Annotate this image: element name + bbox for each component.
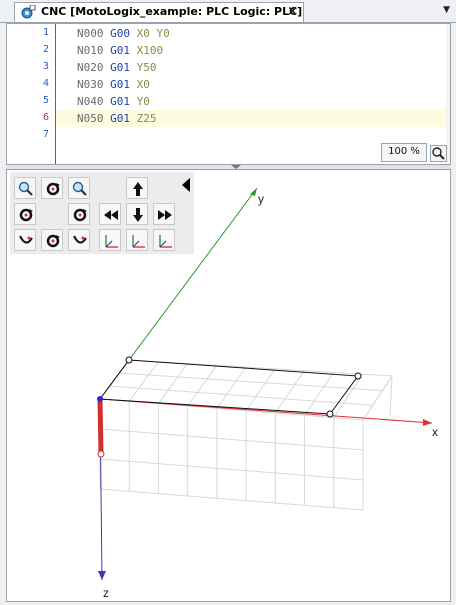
- point-x100-y50: [354, 372, 362, 380]
- pan-down-icon: [133, 208, 143, 222]
- rotate-right-icon: [73, 208, 87, 222]
- tool-z-move: [97, 398, 104, 455]
- toolpath: [99, 359, 359, 415]
- line-number: 5: [42, 95, 49, 106]
- rotate-button[interactable]: [41, 177, 63, 199]
- view-yz-button[interactable]: [153, 229, 175, 251]
- tab-menu-dropdown-icon[interactable]: ▼: [443, 5, 450, 15]
- close-icon[interactable]: ×: [287, 3, 298, 21]
- view-xz-icon: [132, 235, 145, 248]
- vertical-scrollbar[interactable]: [446, 24, 450, 164]
- zoom-in-button[interactable]: [14, 177, 36, 199]
- line-number: 1: [42, 27, 49, 38]
- point-origin: [97, 396, 103, 402]
- z-axis-arrow: [98, 571, 106, 580]
- rotate-icon: [46, 182, 60, 196]
- collapse-toolbar-icon[interactable]: [182, 178, 190, 192]
- line-number: 2: [42, 44, 49, 55]
- code-line[interactable]: N040 G01 Y0: [77, 93, 150, 110]
- pan-up-icon: [133, 182, 143, 196]
- tilt-right-icon: [73, 235, 87, 244]
- y-axis-label: y: [258, 192, 264, 206]
- code-line[interactable]: N050 G01 Z25: [77, 110, 157, 127]
- pan-right-button[interactable]: [153, 203, 175, 225]
- code-line[interactable]: N000 G00 X0 Y0: [77, 25, 170, 42]
- grid-plane: [99, 359, 393, 511]
- code-line[interactable]: N020 G01 Y50: [77, 59, 157, 76]
- point-x100: [326, 410, 334, 418]
- tilt-left-button[interactable]: [14, 229, 36, 251]
- tilt-down-icon: [46, 234, 60, 248]
- pan-up-button[interactable]: [126, 177, 148, 199]
- pan-down-button[interactable]: [126, 203, 148, 225]
- pan-right-icon: [158, 210, 172, 220]
- x-axis-arrow: [423, 419, 432, 426]
- line-number: 6: [42, 112, 49, 123]
- rotate-left-button[interactable]: [14, 203, 36, 225]
- rotate-left-icon: [19, 208, 33, 222]
- z-axis-label: z: [103, 586, 109, 600]
- cnc-editor-window: CNC [MotoLogix_example: PLC Logic: PLC] …: [0, 0, 456, 605]
- line-number-gutter: 1 2 3 4 5 6 7: [7, 24, 56, 164]
- tilt-right-button[interactable]: [68, 229, 90, 251]
- tab-cnc[interactable]: CNC [MotoLogix_example: PLC Logic: PLC] …: [14, 2, 304, 22]
- tab-title: CNC [MotoLogix_example: PLC Logic: PLC]: [41, 5, 303, 18]
- line-number: 3: [42, 61, 49, 72]
- tilt-down-button[interactable]: [41, 229, 63, 251]
- tilt-left-icon: [19, 235, 33, 244]
- line-number: 7: [42, 129, 49, 140]
- y-axis-arrow: [250, 188, 257, 196]
- point-y50: [125, 356, 133, 364]
- view-xz-button[interactable]: [126, 229, 148, 251]
- zoom-out-button[interactable]: [68, 177, 90, 199]
- pan-left-button[interactable]: [99, 203, 121, 225]
- tab-strip: CNC [MotoLogix_example: PLC Logic: PLC] …: [0, 0, 456, 23]
- view-yz-icon: [159, 235, 172, 248]
- rotate-right-button[interactable]: [68, 203, 90, 225]
- zoom-level[interactable]: 100 %: [381, 143, 427, 162]
- pan-left-icon: [104, 210, 118, 220]
- view-xy-icon: [105, 235, 118, 248]
- zoom-in-icon: [18, 181, 33, 196]
- code-line[interactable]: N010 G01 X100: [77, 42, 163, 59]
- magnifier-icon: [432, 147, 445, 160]
- zoom-button[interactable]: [430, 145, 447, 162]
- view-xy-button[interactable]: [99, 229, 121, 251]
- point-z25: [97, 450, 105, 458]
- code-line[interactable]: N030 G01 X0: [77, 76, 150, 93]
- cnc-program-icon: [21, 5, 36, 19]
- x-axis-label: x: [432, 425, 438, 439]
- line-number: 4: [42, 78, 49, 89]
- toolpath-3d-view[interactable]: y x z: [6, 169, 451, 602]
- zoom-out-icon: [72, 181, 87, 196]
- code-editor[interactable]: 1 2 3 4 5 6 7 N000 G00 X0 Y0 N010 G01 X100 N020 …: [6, 23, 451, 165]
- view-toolbar: [10, 172, 194, 254]
